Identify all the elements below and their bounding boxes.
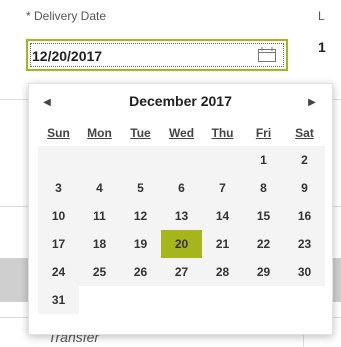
weekday-tue: Tue bbox=[130, 126, 151, 140]
calendar-day: 31 bbox=[38, 286, 79, 314]
secondary-field-label: L bbox=[318, 9, 325, 23]
calendar-empty-cell bbox=[202, 286, 243, 314]
calendar-day: 17 bbox=[38, 230, 79, 258]
month-title: December 2017 bbox=[129, 93, 232, 109]
calendar-week-row: 24 25 26 27 28 29 30 bbox=[38, 258, 325, 286]
calendar-day[interactable]: 27 bbox=[161, 258, 202, 286]
calendar-body: 1 2 3 4 5 6 7 8 9 10 11 12 13 14 15 16 17 18 19 20 21 22 23 24 2… bbox=[38, 146, 325, 314]
calendar-header: ◀ December 2017 ▶ bbox=[29, 84, 332, 120]
calendar-day: 1 bbox=[243, 146, 284, 174]
calendar-day[interactable]: 8 bbox=[243, 174, 284, 202]
calendar-icon[interactable] bbox=[258, 47, 276, 62]
calendar-day[interactable]: 21 bbox=[202, 230, 243, 258]
calendar-empty-cell bbox=[243, 286, 284, 314]
secondary-field-value: 1 bbox=[318, 39, 326, 55]
calendar-day[interactable]: 28 bbox=[202, 258, 243, 286]
calendar-day[interactable]: 22 bbox=[243, 230, 284, 258]
weekday-wed: Wed bbox=[168, 126, 195, 140]
calendar-grid: Sun Mon Tue Wed Thu Fri Sat 1 2 3 4 5 6 7 8 9 10 1… bbox=[38, 120, 325, 314]
calendar-day: 2 bbox=[284, 146, 325, 174]
calendar-day[interactable]: 29 bbox=[243, 258, 284, 286]
calendar-day[interactable]: 12 bbox=[120, 202, 161, 230]
calendar-day[interactable]: 15 bbox=[243, 202, 284, 230]
calendar-day[interactable]: 14 bbox=[202, 202, 243, 230]
calendar-empty-cell bbox=[120, 286, 161, 314]
calendar-day: 24 bbox=[38, 258, 79, 286]
calendar-empty-cell bbox=[38, 146, 79, 174]
calendar-day[interactable]: 19 bbox=[120, 230, 161, 258]
calendar-day: 23 bbox=[284, 230, 325, 258]
calendar-day[interactable]: 11 bbox=[79, 202, 120, 230]
weekday-thu: Thu bbox=[211, 126, 234, 140]
calendar-day: 30 bbox=[284, 258, 325, 286]
weekday-sun: Sun bbox=[47, 126, 70, 140]
calendar-week-row: 17 18 19 20 21 22 23 bbox=[38, 230, 325, 258]
calendar-day: 9 bbox=[284, 174, 325, 202]
calendar-empty-cell bbox=[79, 146, 120, 174]
calendar-day: 16 bbox=[284, 202, 325, 230]
delivery-date-input[interactable]: 12/20/2017 bbox=[26, 39, 288, 71]
calendar-day: 3 bbox=[38, 174, 79, 202]
next-month-icon[interactable]: ▶ bbox=[302, 92, 322, 112]
calendar-empty-cell bbox=[161, 146, 202, 174]
calendar-empty-cell bbox=[202, 146, 243, 174]
calendar-week-row: 10 11 12 13 14 15 16 bbox=[38, 202, 325, 230]
calendar-day: 6 bbox=[161, 174, 202, 202]
weekday-fri: Fri bbox=[255, 126, 272, 140]
calendar-day: 5 bbox=[120, 174, 161, 202]
calendar-week-row: 31 bbox=[38, 286, 325, 314]
calendar-day: 4 bbox=[79, 174, 120, 202]
weekday-sat: Sat bbox=[295, 126, 314, 140]
calendar-day[interactable]: 25 bbox=[79, 258, 120, 286]
calendar-week-row: 3456789 bbox=[38, 174, 325, 202]
weekday-header-row: Sun Mon Tue Wed Thu Fri Sat bbox=[38, 120, 325, 146]
calendar-day-selected[interactable]: 20 bbox=[161, 230, 202, 258]
calendar-day[interactable]: 26 bbox=[120, 258, 161, 286]
calendar-empty-cell bbox=[284, 286, 325, 314]
calendar-empty-cell bbox=[79, 286, 120, 314]
delivery-date-label: * Delivery Date bbox=[26, 9, 107, 23]
delivery-date-value: 12/20/2017 bbox=[32, 48, 103, 64]
date-picker-popup: ◀ December 2017 ▶ Sun Mon Tue Wed Thu Fr… bbox=[28, 83, 333, 335]
calendar-day: 10 bbox=[38, 202, 79, 230]
calendar-day[interactable]: 18 bbox=[79, 230, 120, 258]
weekday-mon: Mon bbox=[87, 126, 112, 140]
calendar-empty-cell bbox=[161, 286, 202, 314]
calendar-empty-cell bbox=[120, 146, 161, 174]
calendar-day-today[interactable]: 7 bbox=[202, 174, 243, 202]
calendar-week-row: 12 bbox=[38, 146, 325, 174]
calendar-day[interactable]: 13 bbox=[161, 202, 202, 230]
